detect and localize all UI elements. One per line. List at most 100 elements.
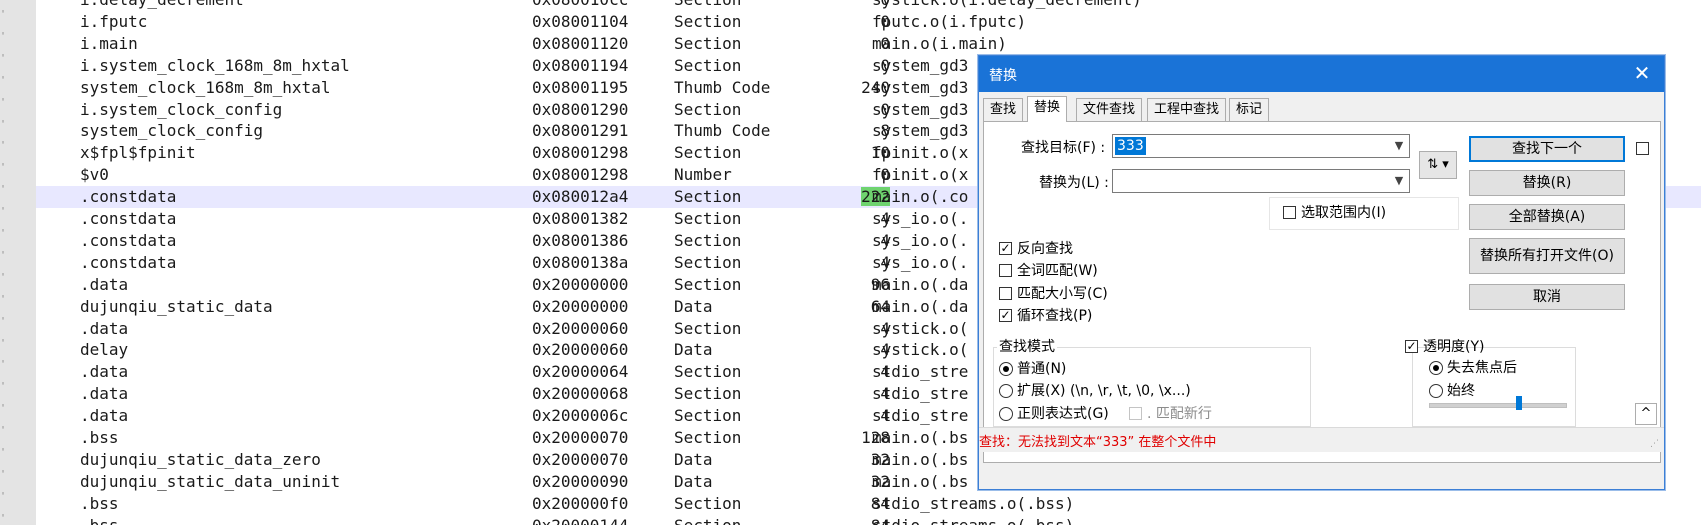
swap-icon[interactable]: ⇅ ▾ (1419, 151, 1457, 179)
in-selection-label: 选取范围内(I) (1301, 205, 1387, 221)
row-name: .constdata (80, 187, 177, 207)
option-match-case-label: 匹配大小写(C) (1017, 286, 1108, 302)
replace-with-label: 替换为(L) : (1039, 175, 1109, 191)
chevron-down-icon[interactable]: ▼ (1393, 174, 1405, 188)
row-obj: systick.o(i.delay_decrement) (872, 0, 1142, 11)
row-obj: main.o(.co (872, 187, 969, 207)
row-addr: 0x20000068 (532, 384, 629, 404)
row-obj: system_gd3 (872, 99, 969, 119)
table-row[interactable]: .bss 0x200000f0 Section 84 stdio_streams.o(.… (36, 493, 1701, 515)
row-obj: main.o(.bs (872, 428, 969, 447)
gutter-mark: ' (0, 228, 7, 239)
cancel-button[interactable]: 取消 (1469, 284, 1625, 310)
table-row[interactable]: i.delay_decrement0x080010ccSection0systi… (36, 0, 1701, 11)
row-type: Section (674, 515, 741, 525)
row-name: .data (80, 406, 129, 426)
on-losing-focus-label: 失去焦点后 (1447, 360, 1517, 376)
row-type: Section (674, 11, 742, 31)
tab-find-in-project[interactable]: 工程中查找 (1147, 98, 1227, 121)
row-type: Data (674, 296, 713, 316)
find-what-combo[interactable]: 333 ▼ (1112, 134, 1410, 158)
row-type: Section (674, 33, 742, 53)
table-row[interactable]: i.fputc 0x08001104 Section 0 fputc.o(i.fputc… (36, 11, 1701, 33)
gutter-mark: ' (0, 74, 7, 86)
transparency-slider-track[interactable] (1429, 403, 1567, 408)
table-row[interactable]: i.main 0x08001120 Section 0 main.o(i.main) (36, 33, 1701, 55)
match-newline-label: . 匹配新行 (1147, 406, 1212, 422)
close-icon[interactable]: ✕ (1630, 61, 1654, 85)
replace-all-button[interactable]: 全部替换(A) (1469, 204, 1625, 230)
on-losing-focus-radio[interactable] (1429, 361, 1443, 375)
replace-all-open-files-button[interactable]: 替换所有打开文件(O) (1469, 238, 1625, 274)
gutter-mark: ' (0, 403, 7, 415)
replace-with-value[interactable] (1115, 172, 1119, 190)
dialog-titlebar[interactable]: 替换 ✕ (979, 56, 1664, 92)
tab-find-in-files[interactable]: 文件查找 (1076, 98, 1143, 121)
row-addr: 0x08001291 (532, 121, 629, 141)
row-addr: 0x08001120 (532, 33, 629, 53)
row-name: .bss (80, 428, 119, 447)
row-addr: 0x20000060 (532, 340, 629, 360)
collapse-icon[interactable]: ^ (1635, 403, 1657, 425)
row-type: Section (674, 428, 742, 447)
row-obj: stdio_streams.o(.bss) (872, 493, 1075, 513)
row-obj: systick.o( (872, 318, 969, 338)
resize-grip-icon[interactable]: ⋰ (1650, 438, 1662, 450)
find-next-button[interactable]: 查找下一个 (1469, 136, 1625, 162)
row-obj: main.o(i.main) (872, 33, 1007, 53)
backward-checkbox[interactable]: ✓ (999, 242, 1012, 255)
replace-with-combo[interactable]: ▼ (1112, 169, 1410, 193)
match-case-checkbox[interactable] (999, 287, 1012, 300)
gutter-mark: ' (0, 249, 7, 261)
row-obj: main.o(.bs (872, 471, 969, 491)
row-type: Thumb Code (674, 121, 771, 141)
row-type: Data (674, 449, 713, 469)
replace-button[interactable]: 替换(R) (1469, 170, 1625, 196)
in-selection-box[interactable] (1283, 206, 1296, 219)
row-name: delay (80, 340, 129, 360)
row-name: system_clock_config (80, 121, 264, 141)
find-what-value[interactable]: 333 (1115, 137, 1146, 155)
row-addr: 0x0800138a (532, 252, 629, 272)
editor-gutter: ' ' ' ' ' ' ' ' ' ' ' ' ' ' ' ' ' ' ' ' ' ' ' ' (0, 0, 36, 525)
row-type: Section (674, 230, 742, 250)
row-obj: sys_io.o(. (872, 209, 969, 228)
row-name: dujunqiu_static_data_zero (80, 449, 321, 469)
row-obj: main.o(.da (872, 274, 969, 294)
match-newline-checkbox[interactable] (1129, 407, 1142, 420)
row-name: i.delay_decrement (80, 0, 244, 11)
transparency-checkbox[interactable]: ✓ (1405, 340, 1418, 353)
wrap-around-checkbox[interactable]: ✓ (999, 309, 1012, 322)
row-name: i.system_clock_config (80, 99, 283, 119)
extended-radio[interactable] (999, 384, 1013, 398)
tab-replace[interactable]: 替换 (1027, 96, 1068, 122)
gutter-mark: ' (0, 293, 7, 305)
option-wrap-around-label: 循环查找(P) (1017, 308, 1093, 324)
row-addr: 0x20000000 (532, 274, 629, 294)
find-next-option-checkbox[interactable] (1636, 142, 1649, 155)
always-radio[interactable] (1429, 384, 1443, 398)
gutter-mark: ' (0, 206, 7, 218)
row-addr: 0x2000006c (532, 406, 629, 426)
always-label: 始终 (1447, 383, 1475, 399)
row-name: .constdata (80, 252, 177, 272)
gutter-mark: ' (0, 96, 7, 108)
row-name: .data (80, 274, 129, 294)
row-name: $v0 (80, 165, 109, 185)
row-addr: 0x20000060 (532, 318, 629, 338)
row-obj: main.o(.bs (872, 449, 969, 469)
chevron-down-icon[interactable]: ▼ (1393, 139, 1405, 153)
transparency-slider-thumb[interactable] (1515, 396, 1522, 410)
normal-radio[interactable] (999, 362, 1013, 376)
tab-mark[interactable]: 标记 (1229, 98, 1270, 121)
tab-find[interactable]: 查找 (983, 98, 1024, 121)
row-addr: 0x20000070 (532, 449, 629, 469)
row-obj: system_gd3 (872, 121, 969, 141)
transparency-toggle[interactable]: ✓ 透明度(Y) (1405, 337, 1484, 357)
row-addr: 0x20000090 (532, 471, 629, 491)
row-addr: 0x08001298 (532, 143, 629, 163)
regex-radio[interactable] (999, 407, 1013, 421)
row-obj: main.o(.da (872, 296, 969, 316)
table-row[interactable]: .bss0x20000144Section84stdio_streams.o(.… (36, 515, 1701, 525)
whole-word-checkbox[interactable] (999, 264, 1012, 277)
